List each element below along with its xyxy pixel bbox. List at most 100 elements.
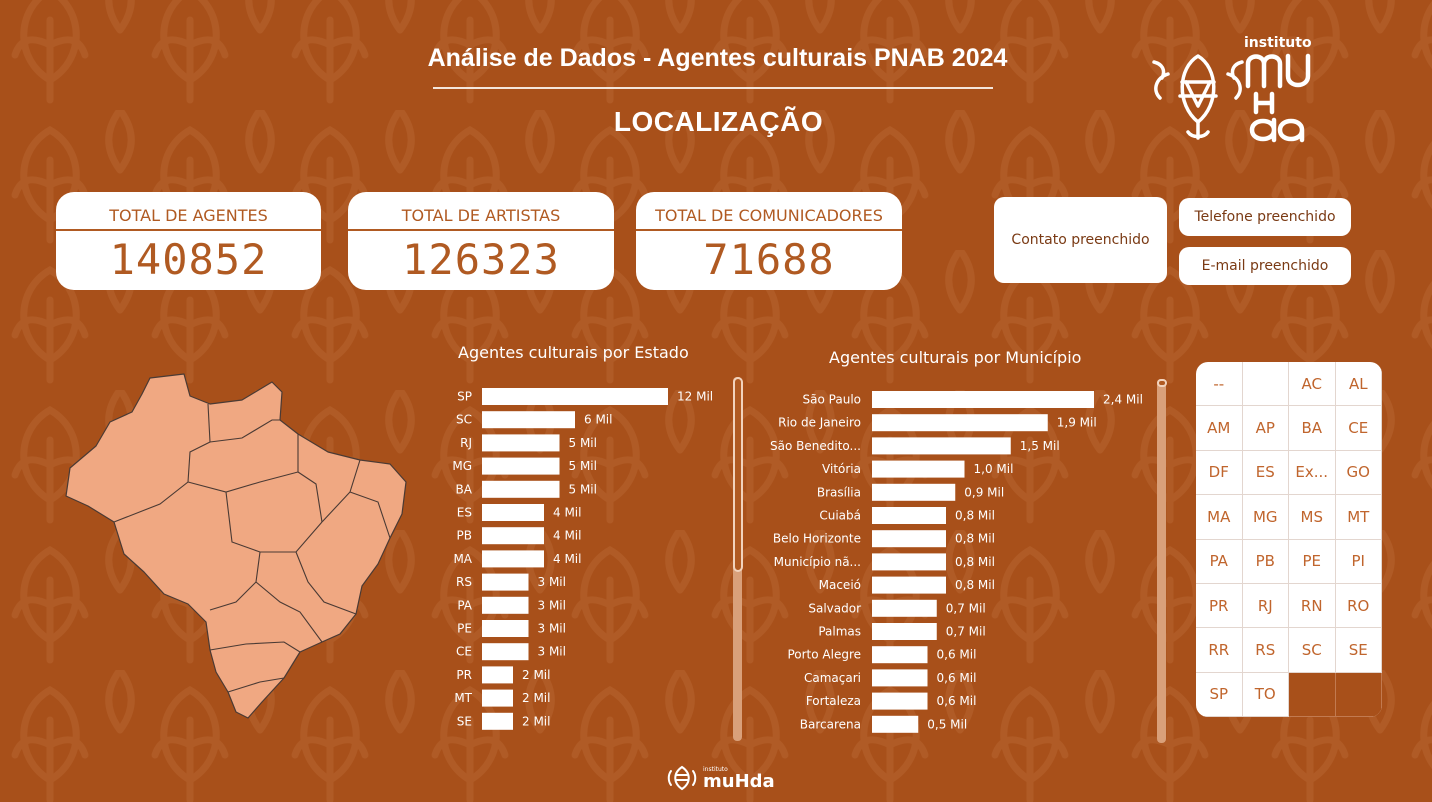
- bar[interactable]: [872, 669, 928, 687]
- state-filter-ma[interactable]: MA: [1196, 495, 1243, 540]
- kpi-total-comunicadores: TOTAL DE COMUNICADORES 71688: [636, 192, 902, 290]
- data-label: 3 Mil: [538, 598, 566, 612]
- bar[interactable]: [872, 623, 937, 640]
- bar[interactable]: [482, 480, 560, 498]
- data-label: 0,8 Mil: [955, 578, 995, 592]
- category-label: Camaçari: [804, 671, 861, 685]
- category-label: Barcarena: [800, 717, 861, 731]
- data-label: 0,5 Mil: [927, 717, 967, 731]
- state-filter-rr[interactable]: RR: [1196, 628, 1243, 673]
- data-label: 2,4 Mil: [1103, 393, 1143, 407]
- bar[interactable]: [482, 388, 668, 405]
- bar[interactable]: [482, 666, 513, 684]
- bar[interactable]: [482, 411, 575, 429]
- chart-estado-scrollbar[interactable]: [732, 377, 743, 741]
- state-filter-ex[interactable]: Ex...: [1289, 450, 1336, 496]
- data-label: 1,0 Mil: [974, 462, 1014, 476]
- bar[interactable]: [482, 712, 513, 730]
- state-filter-rj[interactable]: RJ: [1242, 583, 1289, 629]
- bar[interactable]: [872, 530, 946, 548]
- state-filter-rs[interactable]: RS: [1242, 628, 1289, 673]
- chart-municipio: São Paulo 2,4 Mil Rio de Janeiro 1,9 Mil São…: [770, 391, 1143, 733]
- state-filter-ms[interactable]: MS: [1289, 495, 1336, 540]
- bar[interactable]: [482, 457, 560, 475]
- category-label: Porto Alegre: [787, 648, 861, 662]
- email-preenchido-button[interactable]: E-mail preenchido: [1179, 247, 1351, 285]
- kpi-total-agentes: TOTAL DE AGENTES 140852: [56, 192, 321, 290]
- category-label: São Benedito...: [770, 439, 861, 453]
- category-label: Município nã...: [774, 555, 861, 569]
- state-filter-se[interactable]: SE: [1335, 628, 1382, 673]
- state-filter-ro[interactable]: RO: [1335, 583, 1382, 629]
- footer-logo: instituto muHda: [667, 763, 799, 797]
- state-filter-[interactable]: --: [1196, 362, 1243, 407]
- bar[interactable]: [872, 437, 1011, 455]
- bar[interactable]: [482, 689, 513, 707]
- data-label: 12 Mil: [677, 390, 713, 404]
- state-filter-pe[interactable]: PE: [1289, 539, 1336, 584]
- chart-estado-scroll-thumb[interactable]: [732, 377, 743, 572]
- bar[interactable]: [482, 434, 560, 452]
- brand-logo: instituto: [1148, 34, 1338, 149]
- state-filter-df[interactable]: DF: [1196, 450, 1243, 496]
- state-filter-empty: [1335, 672, 1382, 717]
- category-label: PE: [457, 622, 472, 636]
- bar[interactable]: [482, 573, 529, 591]
- chart-municipio-scroll-thumb[interactable]: [1156, 379, 1167, 387]
- category-label: ES: [457, 506, 472, 520]
- bar[interactable]: [872, 414, 1048, 432]
- state-filter-pr[interactable]: PR: [1196, 583, 1243, 629]
- bar[interactable]: [482, 620, 529, 637]
- state-filter-mt[interactable]: MT: [1335, 495, 1382, 540]
- data-label: 3 Mil: [538, 622, 566, 636]
- state-filter-pi[interactable]: PI: [1335, 539, 1382, 584]
- category-label: Vitória: [822, 462, 861, 476]
- data-label: 5 Mil: [569, 459, 597, 473]
- bar[interactable]: [872, 715, 919, 733]
- data-label: 0,8 Mil: [955, 555, 995, 569]
- state-filter-grid: -- AC AL AM AP BA CE DF ES Ex... GO MA MG MS MT PA PB PE P…: [1196, 362, 1382, 717]
- state-filter-pa[interactable]: PA: [1196, 539, 1243, 584]
- footer-logo-icon: instituto muHda: [667, 765, 775, 792]
- state-filter-sc[interactable]: SC: [1289, 628, 1336, 673]
- state-filter-to[interactable]: TO: [1242, 672, 1289, 717]
- bar[interactable]: [872, 576, 946, 594]
- data-label: 3 Mil: [538, 575, 566, 589]
- bar[interactable]: [482, 596, 529, 614]
- bar[interactable]: [872, 483, 956, 501]
- bar[interactable]: [872, 460, 965, 478]
- state-filter-ce[interactable]: CE: [1335, 406, 1382, 451]
- state-filter-ba[interactable]: BA: [1289, 406, 1336, 451]
- state-filter-mg[interactable]: MG: [1242, 495, 1289, 540]
- bar[interactable]: [872, 507, 946, 524]
- state-filter-es[interactable]: ES: [1242, 450, 1289, 496]
- state-filter-rn[interactable]: RN: [1289, 583, 1336, 629]
- category-label: Salvador: [808, 601, 861, 615]
- state-filter-sp[interactable]: SP: [1196, 672, 1243, 717]
- bar[interactable]: [872, 692, 928, 710]
- contato-preenchido-button[interactable]: Contato preenchido: [994, 197, 1167, 283]
- brazil-map[interactable]: [60, 372, 412, 720]
- data-label: 0,9 Mil: [964, 485, 1004, 499]
- state-filter-ap[interactable]: AP: [1242, 406, 1289, 451]
- data-label: 0,8 Mil: [955, 532, 995, 546]
- telefone-preenchido-button[interactable]: Telefone preenchido: [1179, 198, 1351, 236]
- chart-municipio-scrollbar[interactable]: [1156, 379, 1167, 743]
- data-label: 4 Mil: [553, 529, 581, 543]
- state-filter-ac[interactable]: AC: [1289, 362, 1336, 407]
- bar[interactable]: [482, 643, 529, 661]
- bar[interactable]: [872, 646, 928, 664]
- state-filter-am[interactable]: AM: [1196, 406, 1243, 451]
- bar[interactable]: [872, 553, 946, 571]
- bar[interactable]: [482, 527, 544, 545]
- state-filter-pb[interactable]: PB: [1242, 539, 1289, 584]
- bar[interactable]: [872, 599, 937, 617]
- data-label: 6 Mil: [584, 413, 612, 427]
- title-divider: [433, 87, 993, 89]
- data-label: 3 Mil: [538, 645, 566, 659]
- state-filter-al[interactable]: AL: [1335, 362, 1382, 407]
- bar[interactable]: [482, 504, 544, 521]
- state-filter-go[interactable]: GO: [1335, 450, 1382, 496]
- bar[interactable]: [872, 391, 1094, 408]
- bar[interactable]: [482, 550, 544, 568]
